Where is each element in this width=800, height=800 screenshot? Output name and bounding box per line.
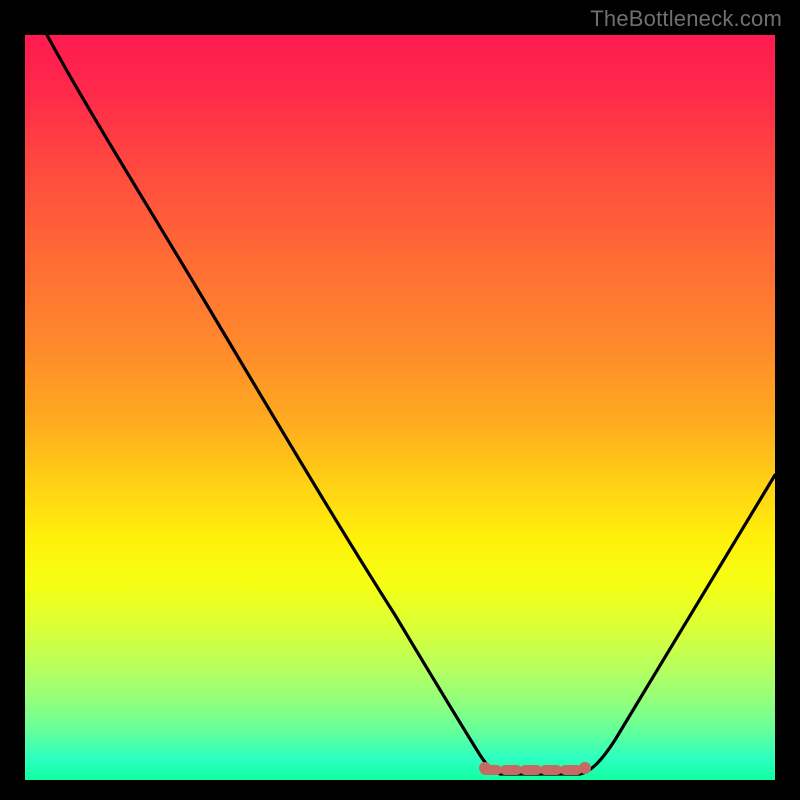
band-end-left: [479, 762, 491, 774]
curve-path: [47, 35, 775, 774]
plot-area: [25, 35, 775, 780]
band-end-right: [579, 762, 591, 774]
chart-frame: TheBottleneck.com: [0, 0, 800, 800]
watermark-text: TheBottleneck.com: [590, 6, 782, 32]
bottleneck-curve: [25, 35, 775, 780]
